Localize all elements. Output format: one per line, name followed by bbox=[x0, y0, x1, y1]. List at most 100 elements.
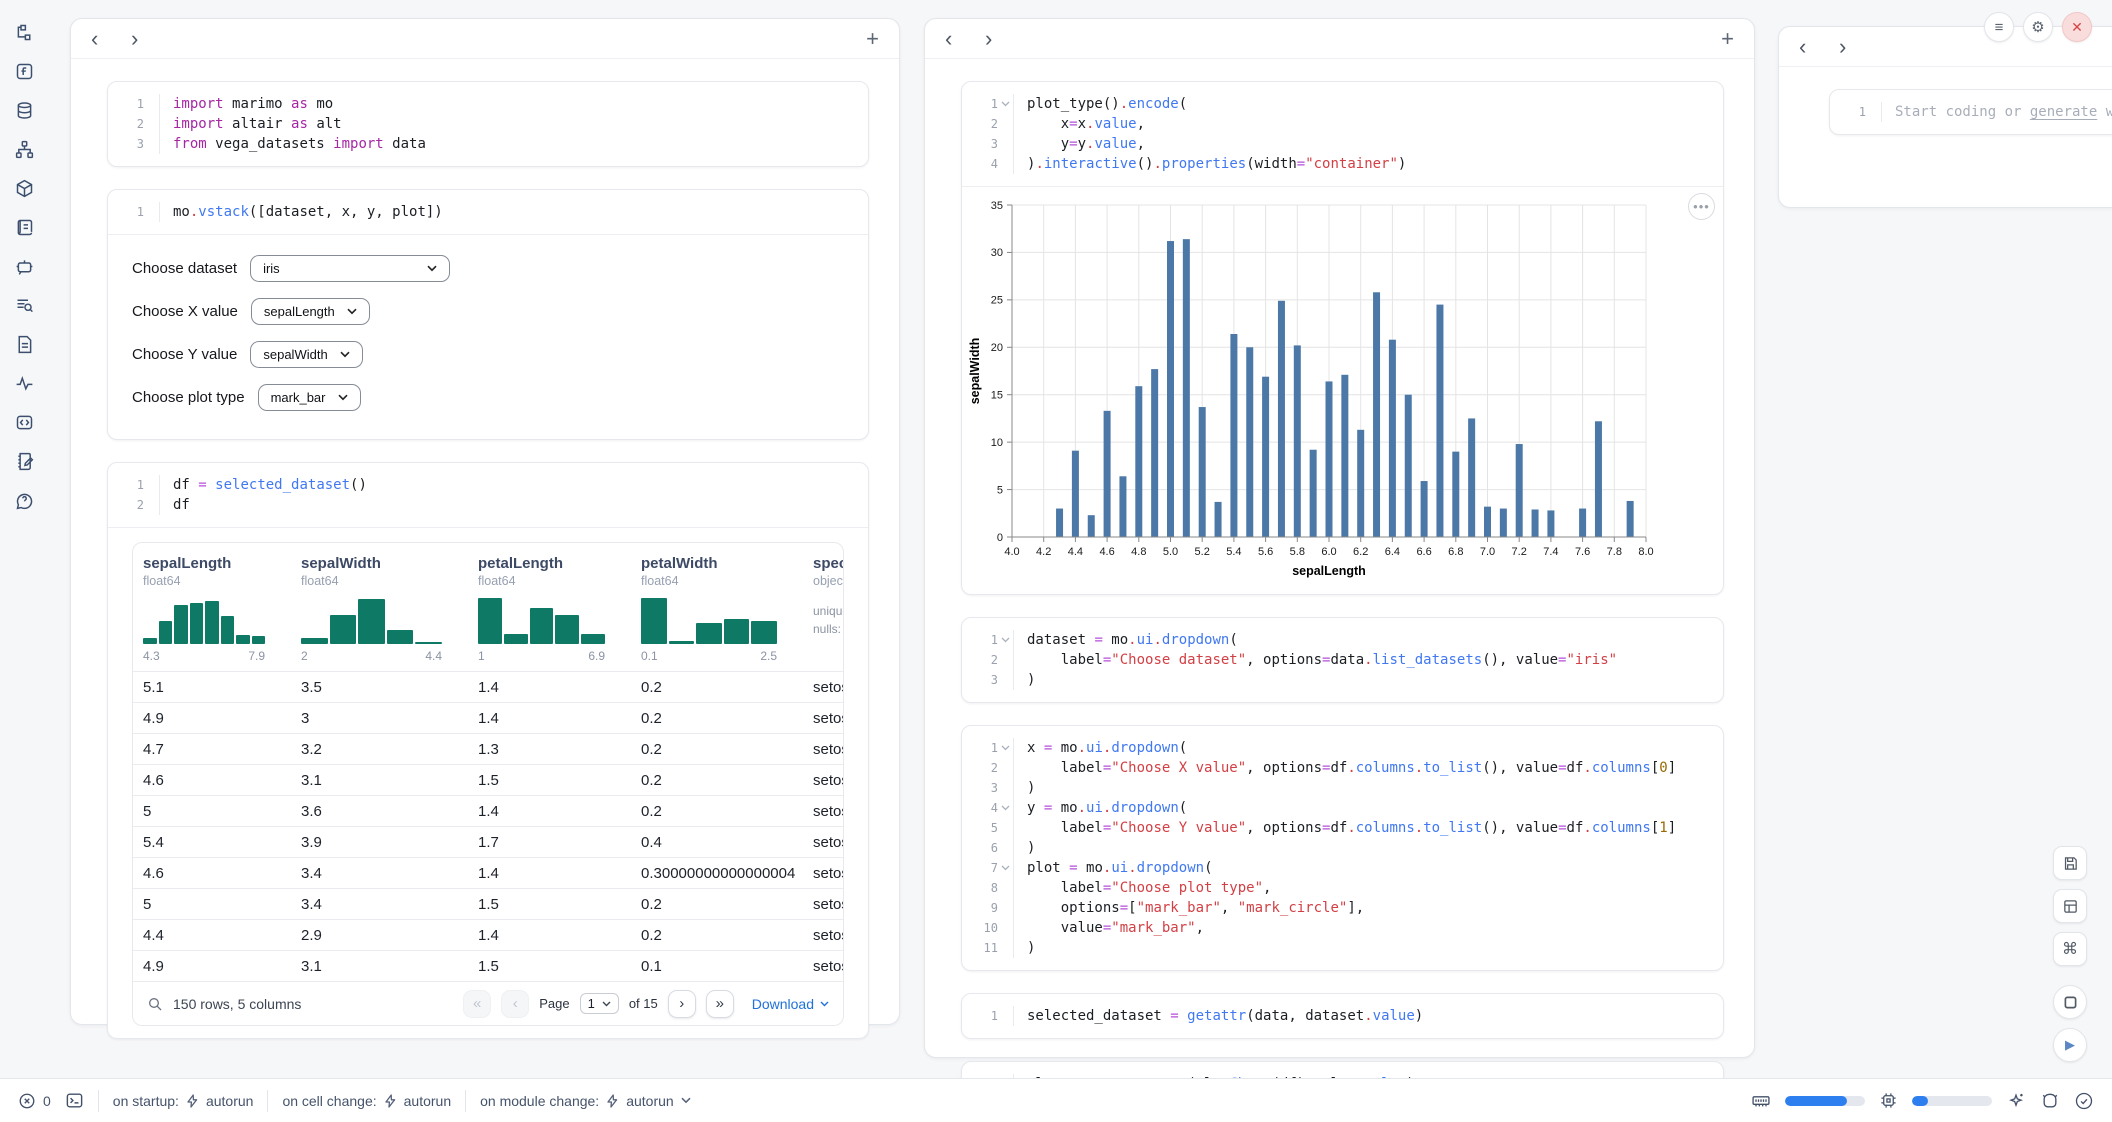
cell-dataframe[interactable]: 1df = selected_dataset()2df sepalLengthf… bbox=[107, 462, 869, 1039]
table-row[interactable]: 5.43.91.70.4setosa bbox=[133, 826, 843, 857]
errors-indicator[interactable]: 0 bbox=[18, 1092, 51, 1110]
code-editor-xyplot[interactable]: 1x = mo.ui.dropdown(2 label="Choose X va… bbox=[962, 726, 1723, 970]
runtime-config-item[interactable]: on startup:autorun bbox=[113, 1093, 254, 1109]
cell-imports[interactable]: 1import marimo as mo2import altair as al… bbox=[107, 81, 869, 167]
page-select[interactable]: 1 bbox=[580, 993, 619, 1014]
page-count-label: of 15 bbox=[629, 996, 658, 1011]
data-sources-icon[interactable] bbox=[12, 98, 36, 122]
table-search-icon[interactable] bbox=[147, 996, 163, 1012]
column-next-icon[interactable]: › bbox=[1839, 36, 1879, 58]
ai-sparkles-icon[interactable] bbox=[2006, 1091, 2026, 1111]
dropdown-select[interactable]: sepalLength bbox=[251, 298, 370, 325]
layout-panel-icon[interactable] bbox=[2053, 889, 2087, 923]
dependency-graph-icon[interactable] bbox=[12, 137, 36, 161]
svg-text:6.4: 6.4 bbox=[1385, 546, 1400, 558]
table-row[interactable]: 4.63.11.50.2setosa bbox=[133, 764, 843, 795]
file-explorer-icon[interactable] bbox=[12, 20, 36, 44]
column-prev-icon[interactable]: ‹ bbox=[945, 28, 985, 50]
cell-selected-dataset[interactable]: 1selected_dataset = getattr(data, datase… bbox=[961, 993, 1724, 1039]
svg-text:sepalLength: sepalLength bbox=[1292, 564, 1366, 578]
download-button[interactable]: Download bbox=[752, 996, 829, 1012]
code-editor-dataset[interactable]: 1dataset = mo.ui.dropdown(2 label="Choos… bbox=[962, 618, 1723, 702]
pagination-last-button[interactable]: » bbox=[706, 990, 734, 1018]
table-row[interactable]: 4.931.40.2setosa bbox=[133, 702, 843, 733]
table-row[interactable]: 53.61.40.2setosa bbox=[133, 795, 843, 826]
error-count: 0 bbox=[43, 1093, 51, 1109]
dropdown-select[interactable]: sepalWidth bbox=[250, 341, 362, 368]
chevron-down-icon bbox=[338, 394, 348, 401]
functions-icon[interactable] bbox=[12, 59, 36, 83]
table-row[interactable]: 4.93.11.50.1setosa bbox=[133, 950, 843, 981]
column-header[interactable]: sepalWidthfloat6424.4 bbox=[291, 555, 468, 663]
terminal-button[interactable] bbox=[65, 1091, 84, 1110]
column-histogram[interactable] bbox=[641, 598, 777, 644]
column-header[interactable]: speciesobjectuniquenulls: bbox=[803, 555, 843, 663]
table-row[interactable]: 5.13.51.40.2setosa bbox=[133, 671, 843, 702]
page-label: Page bbox=[539, 996, 569, 1011]
column-prev-icon[interactable]: ‹ bbox=[91, 28, 131, 50]
close-icon[interactable]: ✕ bbox=[2062, 12, 2092, 42]
column-next-icon[interactable]: › bbox=[985, 28, 1025, 50]
pagination-first-button[interactable]: « bbox=[463, 990, 491, 1018]
code-editor-selected-dataset[interactable]: 1selected_dataset = getattr(data, datase… bbox=[962, 994, 1723, 1038]
control-row: Choose plot typemark_bar bbox=[132, 384, 844, 411]
stop-icon[interactable] bbox=[2053, 985, 2087, 1019]
chat-icon[interactable] bbox=[12, 254, 36, 278]
svg-text:8.0: 8.0 bbox=[1638, 546, 1653, 558]
scratchpad-icon[interactable] bbox=[12, 449, 36, 473]
kernel-robot-icon[interactable] bbox=[2040, 1091, 2060, 1111]
code-editor-dataframe[interactable]: 1df = selected_dataset()2df bbox=[108, 463, 868, 527]
table-row[interactable]: 4.73.21.30.2setosa bbox=[133, 733, 843, 764]
chart-actions-icon[interactable]: ••• bbox=[1688, 193, 1715, 220]
cell-dataset-dropdown[interactable]: 1dataset = mo.ui.dropdown(2 label="Choos… bbox=[961, 617, 1724, 703]
cpu-icon bbox=[1879, 1091, 1898, 1110]
svg-text:20: 20 bbox=[991, 342, 1003, 354]
logs-icon[interactable] bbox=[12, 293, 36, 317]
dataframe-table: sepalLengthfloat644.37.9sepalWidthfloat6… bbox=[132, 542, 844, 1026]
save-icon[interactable] bbox=[2053, 846, 2087, 880]
cell-empty-scratch[interactable]: 1Start coding or generate with AI bbox=[1829, 89, 2112, 135]
document-icon[interactable] bbox=[12, 332, 36, 356]
runtime-config-item[interactable]: on module change:autorun bbox=[480, 1093, 691, 1109]
add-cell-icon[interactable]: + bbox=[1721, 26, 1734, 52]
add-cell-icon[interactable]: + bbox=[866, 26, 879, 52]
cell-chart[interactable]: 1plot_type().encode(2 x=x.value,3 y=y.va… bbox=[961, 81, 1724, 595]
snippets-icon[interactable] bbox=[12, 410, 36, 434]
column-header[interactable]: petalWidthfloat640.12.5 bbox=[631, 555, 803, 663]
code-editor-imports[interactable]: 1import marimo as mo2import altair as al… bbox=[108, 82, 868, 166]
svg-text:7.4: 7.4 bbox=[1543, 546, 1558, 558]
keyboard-shortcuts-icon[interactable]: ⌘ bbox=[2053, 932, 2087, 966]
code-editor-empty[interactable]: 1Start coding or generate with AI bbox=[1830, 90, 2112, 134]
table-row[interactable]: 4.63.41.40.30000000000000004setosa bbox=[133, 857, 843, 888]
pagination-next-button[interactable]: › bbox=[668, 990, 696, 1018]
column-histogram[interactable] bbox=[301, 598, 442, 644]
column-prev-icon[interactable]: ‹ bbox=[1799, 36, 1839, 58]
menu-icon[interactable]: ≡ bbox=[1984, 12, 2014, 42]
connection-status-icon[interactable] bbox=[2074, 1091, 2094, 1111]
tracing-icon[interactable] bbox=[12, 371, 36, 395]
code-editor-vstack[interactable]: 1mo.vstack([dataset, x, y, plot]) bbox=[108, 190, 868, 234]
column-next-icon[interactable]: › bbox=[131, 28, 171, 50]
dropdown-select[interactable]: mark_bar bbox=[258, 384, 361, 411]
help-icon[interactable] bbox=[12, 488, 36, 512]
table-row[interactable]: 53.41.50.2setosa bbox=[133, 888, 843, 919]
table-row[interactable]: 4.42.91.40.2setosa bbox=[133, 919, 843, 950]
pagination-prev-button[interactable]: ‹ bbox=[501, 990, 529, 1018]
chevron-down-icon bbox=[347, 308, 357, 315]
column-header[interactable]: sepalLengthfloat644.37.9 bbox=[133, 555, 291, 663]
column-histogram[interactable] bbox=[143, 598, 265, 644]
column-header[interactable]: petalLengthfloat6416.9 bbox=[468, 555, 631, 663]
settings-gear-icon[interactable]: ⚙ bbox=[2023, 12, 2053, 42]
code-editor-chart[interactable]: 1plot_type().encode(2 x=x.value,3 y=y.va… bbox=[962, 82, 1723, 186]
run-all-icon[interactable]: ▶ bbox=[2053, 1028, 2087, 1062]
terminal-icon bbox=[65, 1091, 84, 1110]
cell-xy-plot-dropdowns[interactable]: 1x = mo.ui.dropdown(2 label="Choose X va… bbox=[961, 725, 1724, 971]
packages-icon[interactable] bbox=[12, 176, 36, 200]
documentation-icon[interactable] bbox=[12, 215, 36, 239]
dropdown-select[interactable]: iris bbox=[250, 255, 450, 282]
svg-text:35: 35 bbox=[991, 200, 1003, 212]
runtime-config-item[interactable]: on cell change:autorun bbox=[282, 1093, 451, 1109]
cell-vstack[interactable]: 1mo.vstack([dataset, x, y, plot]) Choose… bbox=[107, 189, 869, 440]
column-histogram[interactable] bbox=[478, 598, 605, 644]
bar-chart[interactable]: 4.04.24.44.64.85.05.25.45.65.86.06.26.46… bbox=[966, 195, 1662, 587]
